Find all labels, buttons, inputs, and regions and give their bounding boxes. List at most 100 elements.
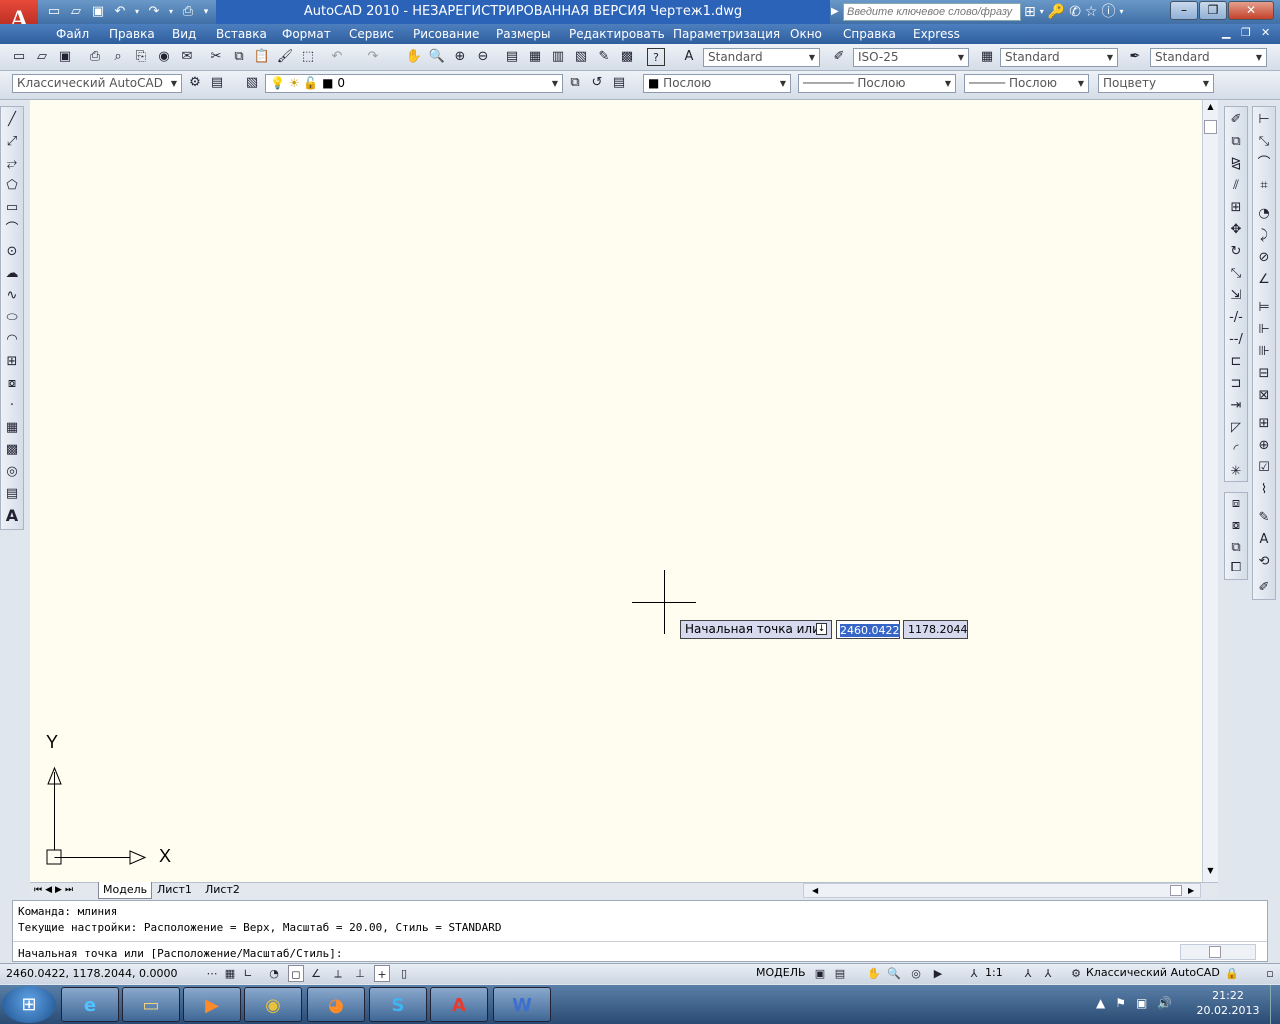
command-scroll-thumb[interactable] bbox=[1209, 946, 1221, 958]
toolbar-lock-icon[interactable]: 🔒 bbox=[1224, 965, 1240, 982]
dim-angular-icon[interactable]: ∠ bbox=[1255, 271, 1273, 289]
lineweight-toggle-icon[interactable]: + bbox=[374, 965, 390, 982]
maximize-button[interactable]: ❐ bbox=[1199, 1, 1227, 20]
design-center-icon[interactable]: ▦ bbox=[526, 48, 544, 66]
xline-icon[interactable]: ⤢ bbox=[3, 133, 21, 151]
polar-icon[interactable]: ◔ bbox=[266, 965, 282, 982]
qat-customize-icon[interactable]: ▾ bbox=[200, 3, 212, 21]
dim-continue-icon[interactable]: ⊪ bbox=[1255, 343, 1273, 361]
markup-icon[interactable]: ✎ bbox=[595, 48, 613, 66]
join-icon[interactable]: ⇥ bbox=[1227, 397, 1245, 415]
table-style-icon[interactable]: ▦ bbox=[978, 48, 996, 66]
command-prompt-line[interactable]: Начальная точка или [Расположение/Масшта… bbox=[18, 947, 343, 960]
etransmit-icon[interactable]: ✉ bbox=[178, 48, 196, 66]
menu-window[interactable]: Окно bbox=[790, 24, 822, 44]
dim-jogged-icon[interactable]: ⤸ bbox=[1255, 227, 1273, 245]
osnap-icon[interactable]: ◻ bbox=[288, 965, 304, 982]
subscription-icon[interactable]: 🔑 bbox=[1048, 2, 1065, 22]
arc-icon[interactable]: ⌒ bbox=[3, 221, 21, 239]
zoom-window-icon[interactable]: ⊕ bbox=[451, 48, 469, 66]
new-file-icon[interactable]: ▭ bbox=[44, 3, 64, 21]
workspace-combo[interactable]: Классический AutoCAD ▼ bbox=[12, 74, 182, 93]
block-editor-icon[interactable]: ⬚ bbox=[299, 48, 317, 66]
dynamic-x-input[interactable]: 2460.0422 bbox=[836, 620, 900, 639]
help-dropdown-icon[interactable]: ▾ bbox=[1119, 2, 1123, 22]
undo-dropdown-icon[interactable]: ▾ bbox=[132, 3, 142, 21]
workspace-switch-gear-icon[interactable]: ⚙ bbox=[1068, 965, 1084, 982]
dim-edit-icon[interactable]: ✎ bbox=[1255, 509, 1273, 527]
spline-icon[interactable]: ∿ bbox=[3, 287, 21, 305]
dim-style-icon[interactable]: ✐ bbox=[830, 48, 848, 66]
vertical-scrollbar[interactable]: ▲ ▼ bbox=[1202, 100, 1218, 882]
save-icon[interactable]: ▣ bbox=[88, 3, 108, 21]
text-style-icon[interactable]: A bbox=[680, 48, 698, 66]
firefox-taskbar-icon[interactable]: ◕ bbox=[307, 987, 365, 1022]
paste-icon[interactable]: 📋 bbox=[253, 48, 271, 66]
make-current-layer-icon[interactable]: ⧉ bbox=[566, 74, 584, 92]
snap-mode-icon[interactable]: ⋯ bbox=[204, 965, 220, 982]
tab-layout2[interactable]: Лист2 bbox=[201, 882, 244, 899]
open-file-icon[interactable]: ▱ bbox=[66, 3, 86, 21]
plotstyle-combo[interactable]: Поцвету ▼ bbox=[1098, 74, 1214, 93]
redo-icon[interactable]: ↷ bbox=[144, 3, 164, 21]
dim-aligned-icon[interactable]: ⤡ bbox=[1255, 133, 1273, 151]
dim-text-edit-icon[interactable]: A bbox=[1255, 531, 1273, 549]
auto-scale-icon[interactable]: ⅄ bbox=[1040, 965, 1056, 982]
toolbar-redo-icon[interactable]: ↷ bbox=[364, 48, 382, 66]
network-icon[interactable]: ▣ bbox=[1136, 996, 1147, 1010]
layer-properties-icon[interactable]: ▧ bbox=[243, 74, 261, 92]
rotate-icon[interactable]: ↻ bbox=[1227, 243, 1245, 261]
dim-radius-icon[interactable]: ◔ bbox=[1255, 205, 1273, 223]
calculator-icon[interactable]: ▩ bbox=[618, 48, 636, 66]
tolerance-icon[interactable]: ⊞ bbox=[1255, 415, 1273, 433]
sheet-set-icon[interactable]: ▧ bbox=[572, 48, 590, 66]
quick-dim-icon[interactable]: ⊨ bbox=[1255, 299, 1273, 317]
circle-icon[interactable]: ⊙ bbox=[3, 243, 21, 261]
qp-icon[interactable]: ▯ bbox=[396, 965, 412, 982]
tab-layout1[interactable]: Лист1 bbox=[153, 882, 196, 899]
help-icon[interactable]: ⓘ bbox=[1101, 2, 1115, 22]
point-icon[interactable]: · bbox=[3, 397, 21, 415]
trim-icon[interactable]: -/- bbox=[1227, 309, 1245, 327]
layer-states-icon[interactable]: ▤ bbox=[610, 74, 628, 92]
tray-expand-icon[interactable]: ▲ bbox=[1096, 996, 1105, 1010]
move-icon[interactable]: ✥ bbox=[1227, 221, 1245, 239]
doc-close-icon[interactable]: ✕ bbox=[1261, 26, 1270, 39]
offset-icon[interactable]: ⫽ bbox=[1227, 177, 1245, 195]
dyn-icon[interactable]: ⊥ bbox=[352, 965, 368, 982]
annotation-visibility-icon[interactable]: ⅄ bbox=[1020, 965, 1036, 982]
zoom-realtime-icon[interactable]: 🔍 bbox=[428, 48, 446, 66]
fillet-icon[interactable]: ◜ bbox=[1227, 441, 1245, 459]
make-block-icon[interactable]: ⧇ bbox=[3, 375, 21, 393]
dim-break-icon[interactable]: ⊠ bbox=[1255, 387, 1273, 405]
publish-icon[interactable]: ⎘ bbox=[132, 48, 150, 66]
close-button[interactable]: ✕ bbox=[1228, 1, 1274, 20]
coordinates-display[interactable]: 2460.0422, 1178.2044, 0.0000 bbox=[6, 966, 177, 982]
region-icon[interactable]: ◎ bbox=[3, 463, 21, 481]
revcloud-icon[interactable]: ☁ bbox=[3, 265, 21, 283]
doc-minimize-icon[interactable]: ▁ bbox=[1222, 26, 1230, 39]
command-scrollbar[interactable] bbox=[1180, 944, 1256, 960]
horizontal-scrollbar[interactable]: ◀ ▶ bbox=[803, 883, 1201, 898]
favorites-star-icon[interactable]: ☆ bbox=[1085, 2, 1098, 22]
linetype-combo[interactable]: ─────── Послою ▼ bbox=[798, 74, 956, 93]
3d-dwf-icon[interactable]: ◉ bbox=[155, 48, 173, 66]
explode-icon[interactable]: ✳ bbox=[1227, 463, 1245, 481]
search-expand-icon[interactable]: ▶ bbox=[831, 3, 843, 21]
plot-icon[interactable]: ⎙ bbox=[178, 3, 198, 21]
dim-style-manager-icon[interactable]: ✐ bbox=[1255, 579, 1273, 597]
print-icon[interactable]: ⎙ bbox=[86, 48, 104, 66]
stretch-icon[interactable]: ⇲ bbox=[1227, 287, 1245, 305]
menu-view[interactable]: Вид bbox=[172, 24, 196, 44]
tool-palettes-icon[interactable]: ▥ bbox=[549, 48, 567, 66]
doc-restore-icon[interactable]: ❐ bbox=[1241, 26, 1251, 39]
infocenter-dropdown-icon[interactable]: ▾ bbox=[1040, 2, 1044, 22]
command-window[interactable]: Команда: млиния Текущие настройки: Распо… bbox=[12, 900, 1268, 962]
scroll-down-icon[interactable]: ▼ bbox=[1204, 866, 1217, 875]
lineweight-combo[interactable]: ───── Послою ▼ bbox=[964, 74, 1089, 93]
autocad-taskbar-icon[interactable]: A bbox=[430, 987, 488, 1022]
save-toolbar-icon[interactable]: ▣ bbox=[56, 48, 74, 66]
communication-center-icon[interactable]: ✆ bbox=[1069, 2, 1081, 22]
scale-icon[interactable]: ⤡ bbox=[1227, 265, 1245, 283]
dim-linear-icon[interactable]: ⊢ bbox=[1255, 111, 1273, 129]
